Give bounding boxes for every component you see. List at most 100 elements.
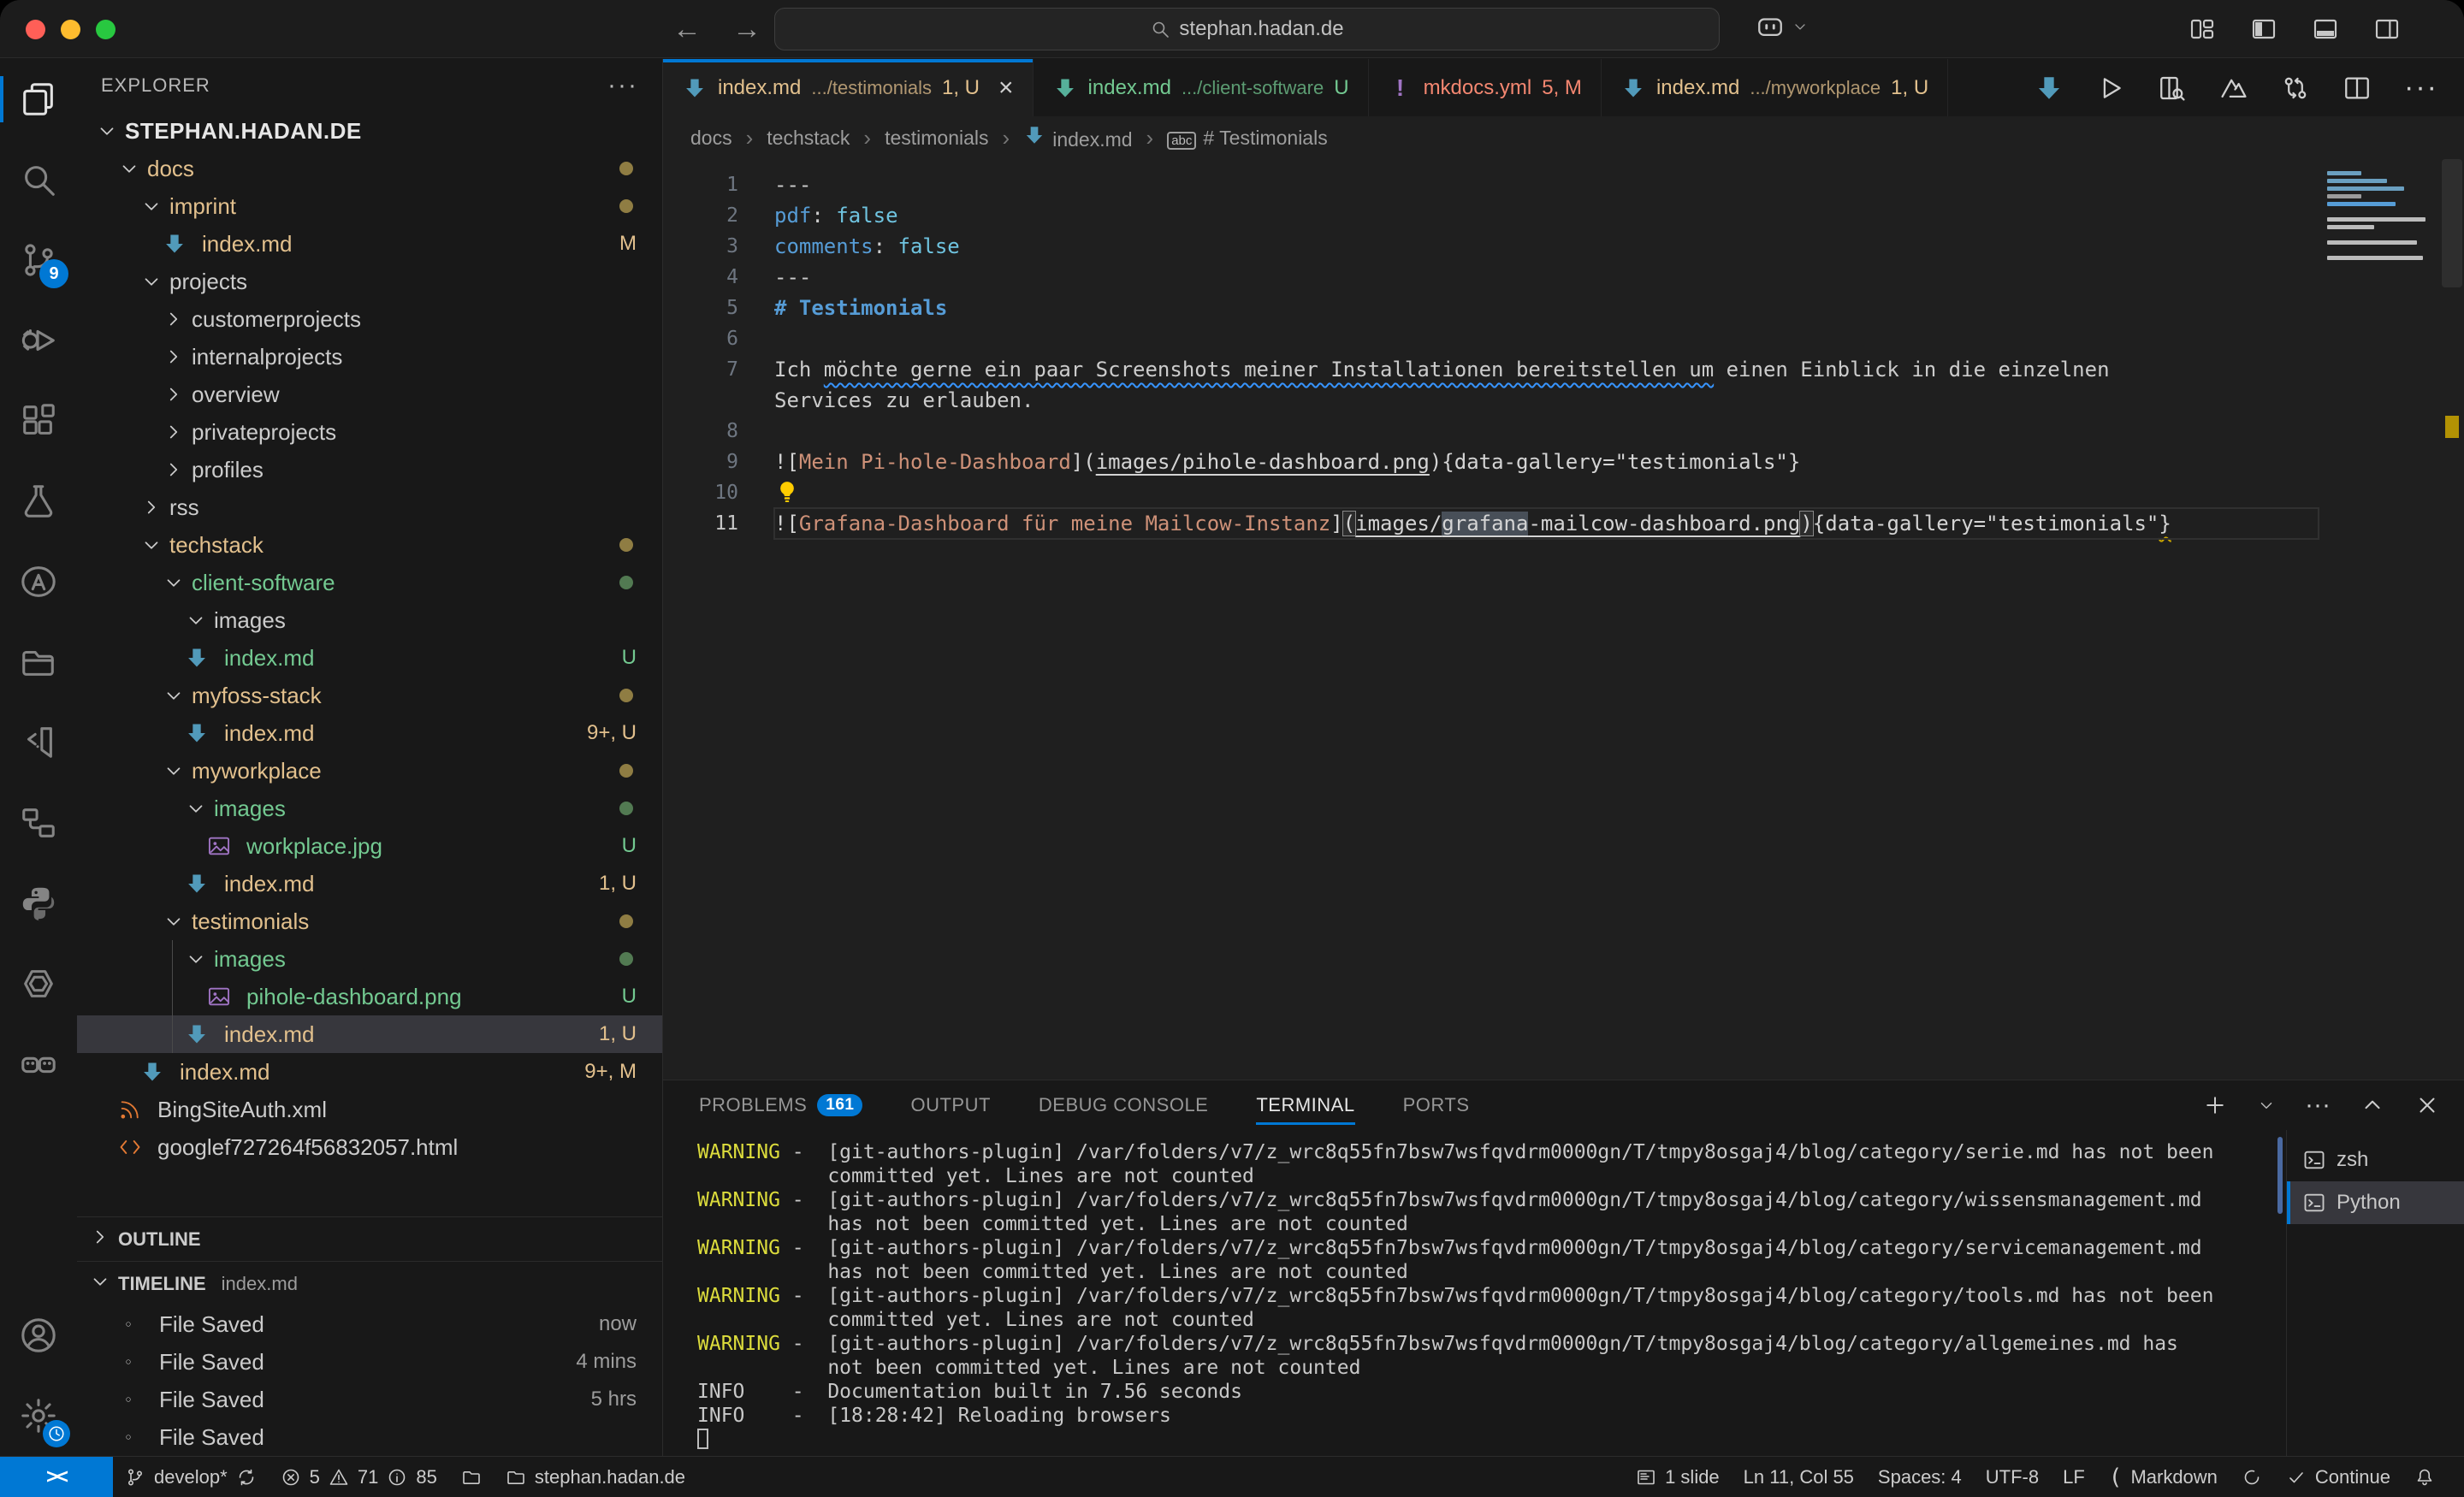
tree-folder-rss[interactable]: rss [77,488,662,526]
close-window-button[interactable] [26,20,45,39]
status-workspace[interactable]: stephan.hadan.de [494,1457,697,1497]
timeline-section-header[interactable]: TIMELINE index.md [77,1261,662,1305]
tree-folder-customerprojects[interactable]: customerprojects [77,300,662,338]
timeline-item[interactable]: File Savednow [77,1305,662,1343]
explorer-more-actions[interactable]: ··· [607,71,638,100]
activity-item-project-manager[interactable] [0,622,77,702]
editor-tab-3[interactable]: !mkdocs.yml5, M [1369,59,1602,116]
minimap[interactable] [2327,171,2430,263]
toggle-secondary-sidebar-button[interactable] [2373,15,2401,43]
tree-folder-imprint[interactable]: imprint [77,187,662,225]
panel-tab-terminal[interactable]: TERMINAL [1256,1080,1354,1130]
terminal-session-python[interactable]: Python [2287,1181,2464,1224]
toggle-panel-button[interactable] [2312,15,2339,43]
tree-folder-profiles[interactable]: profiles [77,451,662,488]
toggle-primary-sidebar-button[interactable] [2250,15,2277,43]
tree-folder-images[interactable]: images [77,790,662,827]
editor-tab-4[interactable]: index.md.../myworkplace1, U [1602,59,1948,116]
tree-file-index-md[interactable]: index.md1, U [77,1015,662,1053]
chevron-down-icon[interactable] [2257,1096,2276,1115]
editor-line-10[interactable]: 10 [663,477,2464,508]
tree-file-index-md[interactable]: index.md9+, U [77,714,662,752]
breadcrumb-item[interactable]: docs [690,127,732,150]
tree-folder-myworkplace[interactable]: myworkplace [77,752,662,790]
editor-tab-1[interactable]: index.md.../testimonials1, U× [663,59,1034,116]
tree-folder-internalprojects[interactable]: internalprojects [77,338,662,376]
status-encoding[interactable]: UTF-8 [1974,1457,2051,1497]
command-center-search[interactable]: stephan.hadan.de [774,8,1720,50]
timeline-item[interactable]: File Saved [77,1418,662,1456]
activity-item-settings[interactable] [0,1376,77,1456]
editor-line-9[interactable]: 9![Mein Pi-hole-Dashboard](images/pihole… [663,447,2464,477]
status-spinner[interactable] [2230,1457,2274,1497]
customize-layout-button[interactable] [2189,15,2216,43]
minimize-window-button[interactable] [61,20,80,39]
close-tab-icon[interactable]: × [998,74,1014,103]
scrollbar[interactable] [2438,159,2464,1080]
md-preview-icon[interactable] [2219,74,2248,103]
tree-folder-client-software[interactable]: client-software [77,564,662,601]
tree-file-index-md[interactable]: index.mdU [77,639,662,677]
activity-item-python[interactable] [0,863,77,944]
terminal-scrollbar[interactable] [2274,1130,2286,1456]
activity-item-live-preview[interactable] [0,702,77,783]
activity-item-a-extension[interactable] [0,541,77,622]
run-icon[interactable] [2096,74,2125,103]
markdown-arrow-icon[interactable] [2035,74,2064,103]
forward-button[interactable]: → [732,13,761,46]
timeline-item[interactable]: File Saved4 mins [77,1343,662,1381]
tree-folder-projects[interactable]: projects [77,263,662,300]
tree-folder-privateprojects[interactable]: privateprojects [77,413,662,451]
editor-line-7[interactable]: 7Ich möchte gerne ein paar Screenshots m… [663,354,2464,385]
panel-tab-debug-console[interactable]: DEBUG CONSOLE [1039,1080,1208,1130]
editor-line-6[interactable]: 6 [663,323,2464,354]
editor-line-8[interactable]: 8 [663,416,2464,447]
activity-item-source-control[interactable]: 9 [0,220,77,300]
status-problems[interactable]: 57185 [269,1457,449,1497]
status-eol[interactable]: LF [2051,1457,2097,1497]
activity-item-run-debug[interactable] [0,300,77,381]
plus-icon[interactable] [2202,1092,2228,1118]
status-language-mode[interactable]: (Markdown [2097,1457,2230,1497]
activity-item-search[interactable] [0,139,77,220]
status-remote[interactable]: >< [0,1457,113,1497]
breadcrumb-item[interactable]: index.md [1023,124,1132,151]
editor[interactable]: 1---2pdf: false3comments: false4---5# Te… [663,159,2464,1080]
tree-file-index-md[interactable]: index.md9+, M [77,1053,662,1091]
status-notifications[interactable] [2402,1457,2447,1497]
timeline-item[interactable]: File Saved5 hrs [77,1381,662,1418]
panel-tab-problems[interactable]: PROBLEMS161 [699,1080,862,1130]
tree-folder-stephan-hadan-de[interactable]: STEPHAN.HADAN.DE [77,112,662,150]
editor-line-5[interactable]: 5# Testimonials [663,293,2464,323]
activity-item-accounts[interactable] [0,1295,77,1376]
close-icon[interactable] [2414,1092,2440,1118]
terminal-session-zsh[interactable]: zsh [2287,1139,2464,1181]
status-continue[interactable]: Continue [2274,1457,2402,1497]
tree-folder-testimonials[interactable]: testimonials [77,902,662,940]
breadcrumb-item[interactable]: techstack [767,127,850,150]
editor-line-4[interactable]: 4--- [663,262,2464,293]
tree-file-pihole-dashboard-png[interactable]: pihole-dashboard.pngU [77,978,662,1015]
tree-folder-overview[interactable]: overview [77,376,662,413]
preview-search-icon[interactable] [2158,74,2187,103]
panel-tab-ports[interactable]: PORTS [1403,1080,1470,1130]
compare-icon[interactable] [2281,74,2310,103]
status-window[interactable] [449,1457,494,1497]
tree-file-bingsiteauth-xml[interactable]: BingSiteAuth.xml [77,1091,662,1128]
copilot-menu[interactable] [1756,12,1809,41]
more-actions-icon[interactable]: ··· [2404,71,2438,104]
status-slides[interactable]: 1 slide [1624,1457,1732,1497]
activity-item-testing[interactable] [0,461,77,541]
editor-line-11[interactable]: 11![Grafana-Dashboard für meine Mailcow-… [663,508,2464,539]
activity-item-extensions[interactable] [0,381,77,461]
status-cursor-position[interactable]: Ln 11, Col 55 [1732,1457,1866,1497]
activity-item-flow[interactable] [0,783,77,863]
tree-folder-images[interactable]: images [77,940,662,978]
tree-file-googlef727264f56832057-html[interactable]: googlef727264f56832057.html [77,1128,662,1166]
terminal-output[interactable]: WARNING - [git-authors-plugin] /var/fold… [663,1130,2274,1456]
tree-file-index-md[interactable]: index.mdM [77,225,662,263]
activity-item-explorer[interactable] [0,59,77,139]
lightbulb-icon[interactable] [774,481,800,505]
status-branch[interactable]: develop* [113,1457,269,1497]
zoom-window-button[interactable] [96,20,116,39]
